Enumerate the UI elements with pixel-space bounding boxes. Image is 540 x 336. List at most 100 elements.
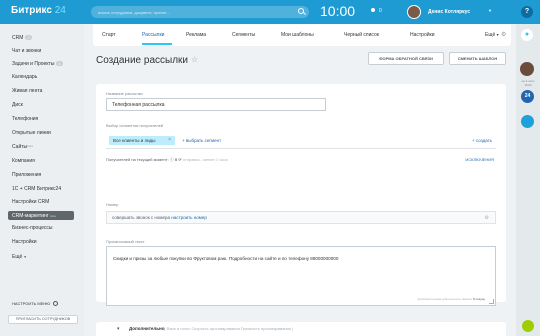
avatar[interactable]	[407, 5, 421, 19]
search-input[interactable]: искать сотрудника, документ, прочее...	[98, 10, 170, 15]
advanced-subtitle: ( Язык и голос Скорость проговаривания Г…	[164, 326, 294, 331]
status-time: 16:00	[524, 83, 532, 87]
number-text: совершать звонок с номера	[112, 215, 171, 220]
chevron-down-icon[interactable]: ▼	[488, 8, 492, 13]
close-icon[interactable]: ×	[168, 137, 171, 143]
tab-segments[interactable]: Сегменты	[232, 32, 255, 38]
call-duration-value: 8 секунд	[473, 297, 485, 301]
sidebar-item-label: Компания	[12, 158, 35, 164]
sidebar-item-label: CRM-маркетинг	[12, 212, 49, 219]
sidebar-item-label: 1С + CRM Битрикс24	[12, 186, 62, 192]
tab-settings[interactable]: Настройки	[410, 32, 435, 38]
gear-icon[interactable]: ⚙	[501, 31, 506, 38]
tab-start[interactable]: Старт	[102, 32, 116, 38]
sidebar-item-bizproc[interactable]: Бизнес-процессы	[12, 225, 53, 231]
app-logo[interactable]: Битрикс 24	[11, 5, 66, 16]
create-segment-link[interactable]: + создать	[472, 138, 492, 143]
active-tab-indicator	[142, 43, 172, 45]
tab-ads[interactable]: Реклама	[186, 32, 206, 38]
number-label: Номер	[106, 202, 119, 207]
bell-icon[interactable]: ●	[521, 29, 533, 41]
mailing-form: Название рассылки Телефонная рассылка Вы…	[96, 84, 506, 306]
recipients-eta: отправка - менее 1 часа	[182, 157, 228, 162]
top-bar: Битрикс 24 искать сотрудника, документ, …	[0, 0, 540, 24]
bitrix24-icon[interactable]: 24	[521, 90, 534, 103]
page-title: Создание рассылки	[96, 55, 188, 66]
contact-avatar[interactable]	[520, 62, 534, 76]
tab-blacklist[interactable]: Черный список	[344, 32, 379, 38]
tab-mailings[interactable]: Рассылки	[142, 32, 164, 38]
search-icon[interactable]	[298, 8, 304, 14]
sidebar-item-feed[interactable]: Живая лента	[12, 88, 42, 94]
sidebar: CRM 2 Чат и звонки Задачи и Проекты 1 Кале…	[0, 24, 84, 336]
sidebar-item-open-lines[interactable]: Открытые линии	[12, 130, 51, 136]
tab-my-templates[interactable]: Мои шаблоны	[281, 32, 314, 38]
counter-badge: 2	[25, 35, 32, 40]
phone-icon[interactable]	[522, 320, 534, 332]
tab-more[interactable]: Ещё ▾	[485, 32, 499, 38]
advanced-title: Дополнительно	[129, 326, 165, 331]
chevron-down-icon: ▼	[23, 255, 27, 259]
gear-icon[interactable]: ⚙	[485, 215, 489, 221]
sidebar-item-apps[interactable]: Приложения	[12, 172, 41, 178]
setup-number-link[interactable]: настроить номер	[171, 215, 207, 220]
sidebar-item-label: Настройки CRM	[12, 199, 50, 205]
name-label: Название рассылки	[106, 91, 143, 96]
sidebar-item-tasks[interactable]: Задачи и Проекты 1	[12, 61, 63, 67]
chat-icon[interactable]	[521, 115, 534, 128]
chevron-down-icon: ▾	[117, 326, 120, 332]
sidebar-item-label: Настройки	[12, 239, 37, 245]
search-box[interactable]: искать сотрудника, документ, прочее...	[91, 6, 309, 18]
setup-menu-label: НАСТРОИТЬ МЕНЮ	[12, 301, 51, 306]
beta-mark: beta	[27, 144, 33, 148]
sidebar-item-label: Диск	[12, 102, 23, 108]
invite-employees-button[interactable]: ПРИГЛАСИТЬ СОТРУДНИКОВ	[8, 315, 78, 324]
sidebar-item-label: Телефония	[12, 116, 39, 122]
gear-icon	[53, 301, 59, 307]
chevron-down-icon: ▾	[496, 32, 499, 37]
sidebar-item-sites[interactable]: Сайтыbeta	[12, 144, 33, 150]
sidebar-item-label: Приложения	[12, 172, 42, 178]
sidebar-item-more[interactable]: Ещё ▼	[12, 254, 27, 260]
select-segment-link[interactable]: + выбрать сегмент	[182, 138, 221, 143]
sidebar-item-crm[interactable]: CRM 2	[12, 35, 32, 41]
recipients-text: Получателей на текущий момент:	[106, 157, 169, 162]
help-icon[interactable]: ?	[521, 6, 533, 18]
recipients-count: 0	[174, 157, 178, 162]
message-text: Скидки и призы за любые покупки во Фрукт…	[113, 256, 339, 261]
beta-mark: beta	[49, 213, 56, 218]
mailing-name-value: Телефонная рассылка	[112, 102, 165, 108]
sidebar-item-calendar[interactable]: Календарь	[12, 74, 37, 80]
segments-label: Выбор сегментов получателей	[106, 123, 164, 128]
feedback-form-button[interactable]: ФОРМА ОБРАТНОЙ СВЯЗИ	[368, 52, 444, 65]
message-label: Произносимый текст	[106, 239, 145, 244]
segment-chip[interactable]: Все клиенты и лиды ×	[109, 136, 175, 145]
counter-badge: 1	[56, 61, 63, 66]
resize-handle[interactable]	[489, 299, 494, 304]
sidebar-item-label: CRM	[12, 35, 24, 41]
sidebar-item-disk[interactable]: Диск	[12, 102, 23, 108]
setup-menu-link[interactable]: НАСТРОИТЬ МЕНЮ	[12, 301, 59, 307]
recipients-info: Получателей на текущий момент: ⓘ 0 ⟳ отп…	[106, 157, 228, 163]
message-textarea[interactable]: Скидки и призы за любые покупки во Фрукт…	[106, 246, 496, 306]
exclusions-link[interactable]: ИСКЛЮЧЕНИЯ	[465, 157, 494, 162]
change-template-button[interactable]: СМЕНИТЬ ШАБЛОН	[449, 52, 506, 65]
sidebar-item-company[interactable]: Компания	[12, 158, 35, 164]
call-duration-note: приблизительная длительность звонка: 8 с…	[417, 297, 485, 301]
mailing-name-field[interactable]: Телефонная рассылка	[106, 98, 326, 111]
sidebar-item-label: Календарь	[12, 74, 38, 80]
clock[interactable]: 10:00	[320, 3, 355, 19]
refresh-icon[interactable]: ⟳	[178, 157, 181, 162]
sidebar-item-1c[interactable]: 1С + CRM Битрикс24	[12, 186, 61, 192]
sidebar-item-chat[interactable]: Чат и звонки	[12, 48, 41, 54]
sidebar-item-label: Бизнес-процессы	[12, 225, 53, 231]
sidebar-item-telephony[interactable]: Телефония	[12, 116, 38, 122]
sidebar-item-settings[interactable]: Настройки	[12, 239, 37, 245]
advanced-section[interactable]: ▾ Дополнительно ( Язык и голос Скорость …	[96, 322, 506, 336]
sidebar-item-crm-marketing[interactable]: CRM-маркетинг beta	[8, 211, 74, 220]
sidebar-item-label: Живая лента	[12, 88, 43, 94]
star-icon[interactable]: ☆	[191, 55, 198, 64]
sidebar-item-crm-settings[interactable]: Настройки CRM	[12, 199, 49, 205]
user-name[interactable]: Денис Котляркус	[428, 9, 470, 15]
sidebar-item-label: Ещё	[12, 254, 23, 260]
